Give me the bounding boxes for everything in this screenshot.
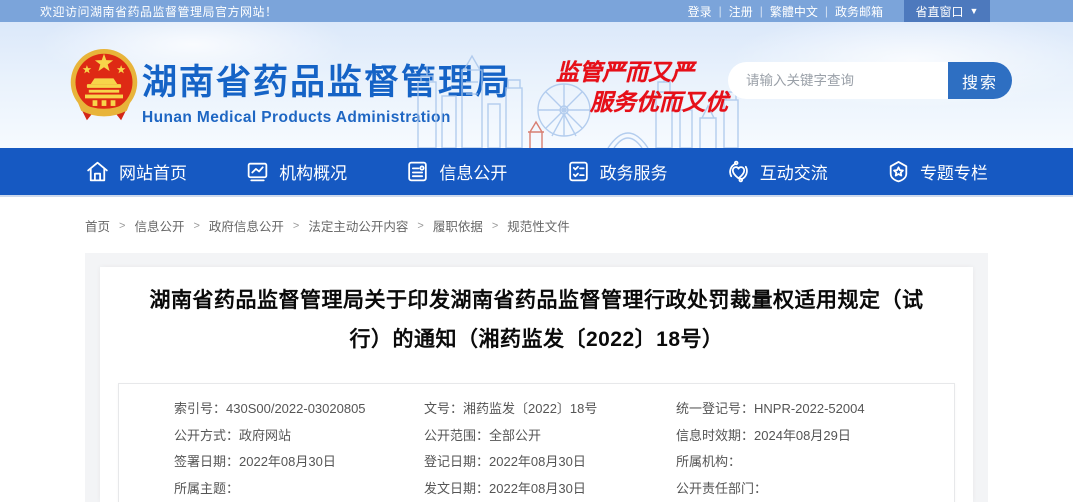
- meta-signing-date: 签署日期：2022年08月30日: [174, 449, 424, 476]
- site-search: 搜索: [728, 62, 1012, 99]
- meta-topic: 所属主题：: [174, 476, 424, 502]
- home-icon: [85, 159, 110, 184]
- meta-disclosure-method: 公开方式：政府网站: [174, 423, 424, 450]
- breadcrumb-info-disclosure[interactable]: 信息公开: [134, 216, 184, 235]
- nav-label: 信息公开: [439, 159, 507, 184]
- breadcrumb-statutory-content[interactable]: 法定主动公开内容: [308, 216, 408, 235]
- breadcrumb-duty-basis[interactable]: 履职依据: [433, 216, 483, 235]
- meta-unified-registration-number: 统一登记号：HNPR-2022-52004: [676, 396, 954, 423]
- breadcrumb-normative-docs[interactable]: 规范性文件: [507, 216, 570, 235]
- meta-column-1: 索引号：430S00/2022-03020805 公开方式：政府网站 签署日期：…: [174, 396, 424, 502]
- nav-item-info-disclosure[interactable]: 信息公开: [405, 159, 507, 184]
- gov-mail-link[interactable]: 政务邮箱: [828, 3, 890, 20]
- meta-issue-date: 发文日期：2022年08月30日: [424, 476, 676, 502]
- document-title: 湖南省药品监督管理局关于印发湖南省药品监督管理行政处罚裁量权适用规定（试行）的通…: [148, 281, 925, 359]
- meta-doc-number: 文号：湘药监发〔2022〕18号: [424, 396, 676, 423]
- document-meta-box: 索引号：430S00/2022-03020805 公开方式：政府网站 签署日期：…: [118, 383, 955, 502]
- slogan-line2: 服务优而又优: [590, 88, 728, 118]
- nav-label: 机构概况: [279, 159, 347, 184]
- breadcrumb-separator: >: [492, 220, 498, 232]
- meta-disclosure-scope: 公开范围：全部公开: [424, 423, 676, 450]
- star-badge-icon: [886, 159, 911, 184]
- province-window-dropdown[interactable]: 省直窗口 ▼: [904, 0, 990, 22]
- nav-item-gov-services[interactable]: 政务服务: [566, 159, 668, 184]
- breadcrumb-separator: >: [417, 220, 423, 232]
- site-header: 湖南省药品监督管理局 Hunan Medical Products Admini…: [0, 22, 1073, 148]
- breadcrumb: 首页 > 信息公开 > 政府信息公开 > 法定主动公开内容 > 履职依据 > 规…: [85, 216, 570, 235]
- nav-label: 网站首页: [119, 159, 187, 184]
- slogan-line1: 监管严而又严: [556, 58, 728, 88]
- national-emblem-logo: [66, 46, 142, 126]
- checklist-icon: [566, 159, 591, 184]
- interaction-heart-icon: [726, 159, 751, 184]
- meta-column-3: 统一登记号：HNPR-2022-52004 信息时效期：2024年08月29日 …: [676, 396, 954, 502]
- login-link[interactable]: 登录: [681, 3, 719, 20]
- welcome-text: 欢迎访问湖南省药品监督管理局官方网站！: [40, 3, 278, 20]
- search-button[interactable]: 搜索: [948, 62, 1012, 99]
- article-panel: 湖南省药品监督管理局关于印发湖南省药品监督管理行政处罚裁量权适用规定（试行）的通…: [100, 267, 973, 502]
- breadcrumb-separator: >: [119, 220, 125, 232]
- breadcrumb-gov-info[interactable]: 政府信息公开: [209, 216, 284, 235]
- nav-item-home[interactable]: 网站首页: [85, 159, 187, 184]
- meta-registration-date: 登记日期：2022年08月30日: [424, 449, 676, 476]
- traditional-chinese-link[interactable]: 繁體中文: [763, 3, 825, 20]
- nav-item-special-topics[interactable]: 专题专栏: [886, 159, 988, 184]
- nav-item-interaction[interactable]: 互动交流: [726, 159, 828, 184]
- breadcrumb-home[interactable]: 首页: [85, 216, 110, 235]
- slogan-text: 监管严而又严 服务优而又优: [556, 58, 728, 118]
- meta-index-number: 索引号：430S00/2022-03020805: [174, 396, 424, 423]
- info-doc-icon: [405, 159, 430, 184]
- meta-validity-period: 信息时效期：2024年08月29日: [676, 423, 954, 450]
- chevron-down-icon: ▼: [970, 6, 979, 16]
- meta-institution: 所属机构：: [676, 449, 954, 476]
- province-window-label: 省直窗口: [916, 3, 964, 20]
- topbar-links: 登录 | 注册 | 繁體中文 | 政务邮箱 省直窗口 ▼: [681, 0, 1073, 22]
- breadcrumb-separator: >: [293, 220, 299, 232]
- breadcrumb-separator: >: [193, 220, 199, 232]
- meta-column-2: 文号：湘药监发〔2022〕18号 公开范围：全部公开 登记日期：2022年08月…: [424, 396, 676, 502]
- nav-label: 专题专栏: [920, 159, 988, 184]
- org-chart-icon: [245, 159, 270, 184]
- nav-label: 政务服务: [600, 159, 668, 184]
- top-utility-bar: 欢迎访问湖南省药品监督管理局官方网站！ 登录 | 注册 | 繁體中文 | 政务邮…: [0, 0, 1073, 22]
- register-link[interactable]: 注册: [722, 3, 760, 20]
- search-input[interactable]: [728, 62, 948, 99]
- main-nav: 网站首页 机构概况 信息公开 政务服务: [0, 148, 1073, 197]
- nav-item-organization[interactable]: 机构概况: [245, 159, 347, 184]
- nav-label: 互动交流: [760, 159, 828, 184]
- meta-responsible-department: 公开责任部门：: [676, 476, 954, 502]
